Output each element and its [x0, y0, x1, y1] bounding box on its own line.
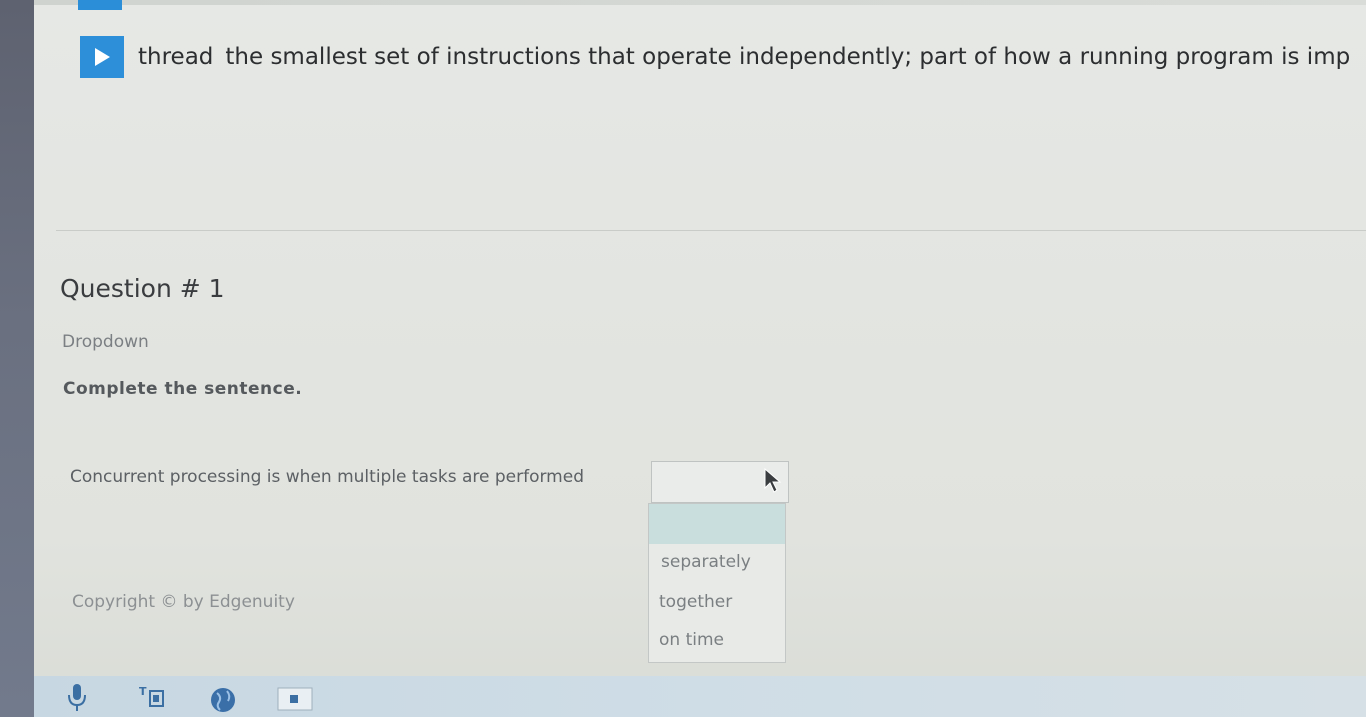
- play-audio-button[interactable]: [80, 36, 124, 78]
- play-icon: [95, 48, 110, 66]
- question-title: Question # 1: [60, 274, 225, 303]
- mouse-cursor-icon: [764, 467, 782, 498]
- globe-icon[interactable]: [206, 683, 240, 713]
- dropdown-option-separately[interactable]: separately: [649, 552, 785, 572]
- section-divider: [56, 230, 1366, 231]
- term-word: thread: [138, 44, 214, 70]
- left-edge: [0, 0, 34, 717]
- dropdown-option-blank[interactable]: [649, 504, 785, 544]
- top-accent-bar: [78, 0, 122, 10]
- microphone-icon[interactable]: [66, 683, 88, 713]
- translate-icon[interactable]: T: [138, 683, 166, 711]
- keyboard-icon[interactable]: [276, 683, 314, 713]
- copyright-text: Copyright © by Edgenuity: [72, 592, 295, 612]
- question-instruction: Complete the sentence.: [63, 379, 303, 399]
- question-type: Dropdown: [62, 332, 149, 352]
- term-definition: the smallest set of instructions that op…: [225, 44, 1351, 70]
- svg-text:T: T: [139, 685, 147, 698]
- vocabulary-term: thread the smallest set of instructions …: [80, 36, 1366, 78]
- top-strip: [34, 0, 1366, 5]
- dropdown-option-on-time[interactable]: on time: [649, 630, 785, 650]
- dropdown-options-list: separately together on time: [648, 503, 786, 663]
- question-sentence: Concurrent processing is when multiple t…: [70, 467, 584, 487]
- dropdown-option-together[interactable]: together: [649, 592, 785, 612]
